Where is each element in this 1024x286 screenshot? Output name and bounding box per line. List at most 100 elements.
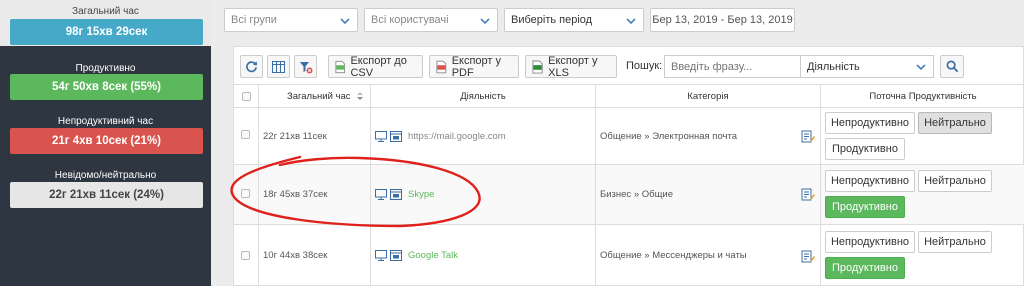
row-checkbox[interactable]: [241, 189, 250, 198]
total-time-label: Загальний час: [72, 6, 139, 17]
search-icon: [946, 60, 958, 73]
groups-select[interactable]: Всі групи: [224, 8, 358, 32]
clear-filter-button[interactable]: [294, 55, 317, 78]
period-select-value: Виберіть період: [511, 14, 593, 26]
time-value: 10г 44хв 38сек: [263, 250, 328, 261]
neutral-value[interactable]: 22г 21хв 11сек (24%): [10, 182, 203, 208]
neutral-button[interactable]: Нейтрально: [918, 231, 992, 253]
category-cell: Бизнес » Общие: [595, 165, 820, 224]
row-select-cell: [234, 225, 258, 286]
table-row: 18г 45хв 37сек Skype Бизнес » Общие Непр…: [234, 165, 1024, 225]
productivity-cell: Непродуктивно Нейтрально Продуктивно: [820, 225, 1024, 286]
unproductive-button[interactable]: Непродуктивно: [825, 112, 915, 134]
chevron-down-icon: [626, 18, 636, 25]
export-xls-label: Експорт у XLS: [548, 54, 598, 79]
productive-button[interactable]: Продуктивно: [825, 257, 905, 279]
sort-icon: [357, 92, 363, 100]
row-checkbox[interactable]: [241, 130, 250, 139]
header-activity: Діяльність: [370, 85, 595, 107]
window-icon: [390, 130, 402, 142]
activity-cell: Google Talk: [370, 225, 595, 286]
productivity-cell: Непродуктивно Нейтрально Продуктивно: [820, 165, 1024, 224]
activity-cell: https://mail.google.com: [370, 108, 595, 164]
productivity-cell: Непродуктивно Нейтрально Продуктивно: [820, 108, 1024, 164]
export-pdf-button[interactable]: Експорт у PDF: [429, 54, 519, 79]
groups-select-value: Всі групи: [231, 14, 277, 26]
category-edit-icon[interactable]: [801, 249, 815, 264]
unproductive-button[interactable]: Непродуктивно: [825, 170, 915, 192]
category-value: Общение » Электронная почта: [600, 130, 737, 142]
activity-select-value: Діяльність: [807, 60, 860, 73]
neutral-button[interactable]: Нейтрально: [918, 170, 992, 192]
time-cell: 18г 45хв 37сек: [258, 165, 370, 224]
productive-value[interactable]: 54г 50хв 8сек (55%): [10, 74, 203, 100]
total-time-value[interactable]: 98г 15хв 29сек: [10, 19, 203, 45]
export-csv-button[interactable]: Експорт до CSV: [328, 54, 423, 79]
search-label: Пошук:: [626, 60, 663, 72]
row-select-cell: [234, 108, 258, 164]
search-input[interactable]: [664, 55, 800, 78]
activity-cell: Skype: [370, 165, 595, 224]
row-checkbox[interactable]: [241, 251, 250, 260]
productive-button[interactable]: Продуктивно: [825, 196, 905, 218]
date-range-picker[interactable]: Бер 13, 2019 - Бер 13, 2019: [650, 8, 795, 32]
monitor-icon: [375, 130, 387, 142]
refresh-button[interactable]: [240, 55, 263, 78]
header-category: Категорія: [595, 85, 820, 107]
category-value: Общение » Мессенджеры и чаты: [600, 250, 747, 261]
category-edit-icon[interactable]: [801, 187, 815, 202]
filter-clear-icon: [299, 61, 312, 73]
header-total-time[interactable]: Загальний час: [258, 85, 370, 107]
select-all-checkbox[interactable]: [241, 91, 251, 101]
header-productivity: Поточна Продуктивність: [820, 85, 1024, 107]
time-value: 22г 21хв 11сек: [263, 130, 327, 142]
window-icon: [390, 250, 402, 261]
time-cell: 22г 21хв 11сек: [258, 108, 370, 164]
chevron-down-icon: [480, 18, 490, 25]
activity-link[interactable]: Google Talk: [408, 250, 458, 261]
category-cell: Общение » Электронная почта: [595, 108, 820, 164]
pdf-file-icon: [436, 60, 447, 73]
activity-panel: Експорт до CSV Експорт у PDF Експорт у X…: [233, 46, 1024, 286]
table-row: 22г 21хв 11сек https://mail.google.com О…: [234, 108, 1024, 165]
table-row: 10г 44хв 38сек Google Talk Общение » Мес…: [234, 225, 1024, 286]
columns-icon: [272, 60, 285, 73]
export-pdf-label: Експорт у PDF: [451, 54, 502, 79]
csv-file-icon: [335, 60, 346, 73]
neutral-button[interactable]: Нейтрально: [918, 112, 992, 134]
xls-file-icon: [532, 60, 543, 73]
period-select[interactable]: Виберіть період: [504, 8, 644, 32]
monitor-icon: [375, 189, 387, 200]
chevron-down-icon: [340, 18, 350, 25]
time-value: 18г 45хв 37сек: [263, 189, 328, 200]
activity-link[interactable]: Skype: [408, 189, 434, 200]
columns-button[interactable]: [267, 55, 290, 78]
activity-link[interactable]: https://mail.google.com: [408, 131, 506, 142]
category-edit-icon[interactable]: [801, 129, 815, 144]
productive-button[interactable]: Продуктивно: [825, 138, 905, 160]
refresh-icon: [246, 61, 257, 73]
activity-select[interactable]: Діяльність: [800, 55, 934, 78]
category-cell: Общение » Мессенджеры и чаты: [595, 225, 820, 286]
export-xls-button[interactable]: Експорт у XLS: [525, 54, 617, 79]
users-select[interactable]: Всі користувачі: [364, 8, 498, 32]
header-total-time-label: Загальний час: [287, 90, 351, 102]
select-all-cell: [234, 85, 258, 107]
monitor-icon: [375, 250, 387, 261]
toolbar: Експорт до CSV Експорт у PDF Експорт у X…: [234, 47, 1024, 84]
export-csv-label: Експорт до CSV: [350, 54, 407, 79]
unproductive-button[interactable]: Непродуктивно: [825, 231, 915, 253]
sidebar: Загальний час 98г 15хв 29сек Продуктивно…: [0, 0, 211, 286]
unproductive-label: Непродуктивний час: [57, 116, 154, 127]
search-button[interactable]: [940, 55, 964, 78]
category-value: Бизнес » Общие: [600, 189, 673, 200]
neutral-label: Невідомо/нейтрально: [54, 170, 157, 181]
unproductive-value[interactable]: 21г 4хв 10сек (21%): [10, 128, 203, 154]
row-select-cell: [234, 165, 258, 224]
users-select-value: Всі користувачі: [371, 14, 449, 26]
window-icon: [390, 189, 402, 200]
productive-label: Продуктивно: [75, 63, 136, 74]
table-header: Загальний час Діяльність Категорія Поточ…: [234, 84, 1024, 108]
time-cell: 10г 44хв 38сек: [258, 225, 370, 286]
chevron-down-icon: [916, 64, 926, 71]
